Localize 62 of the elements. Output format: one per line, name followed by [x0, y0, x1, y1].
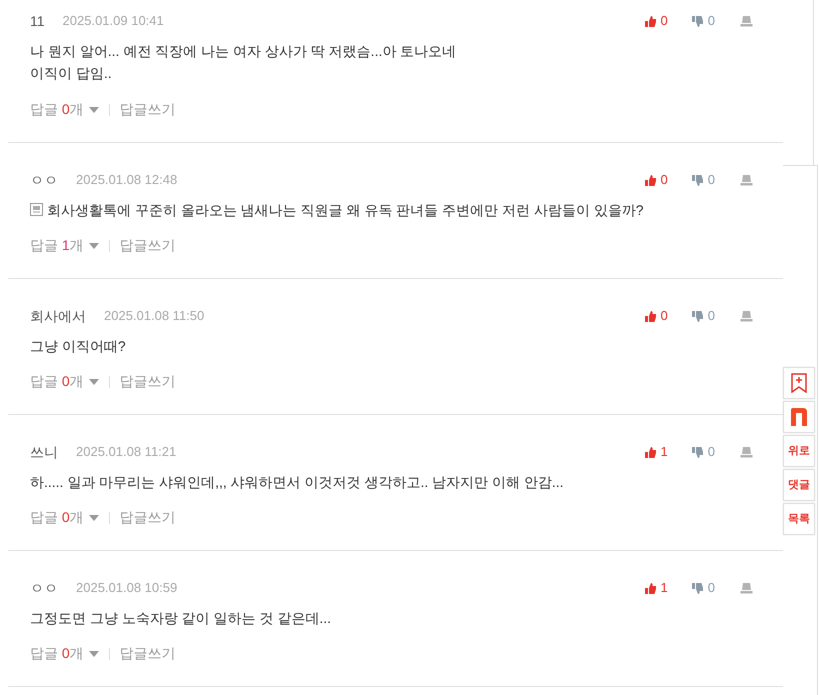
thumbs-up-icon — [644, 14, 657, 28]
replies-toggle[interactable]: 답글 0개 — [30, 371, 99, 392]
replies-toggle[interactable]: 답글 1개 — [30, 235, 99, 256]
thumbs-up-icon — [644, 310, 657, 322]
write-reply-link[interactable]: 답글쓰기 — [120, 643, 176, 664]
comment-text: 나 뭔지 알어... 예전 직장에 나는 여자 상사가 딱 저랬슴...아 토나오네 이직이 답임.. — [30, 42, 456, 83]
author-name: 11 — [30, 12, 45, 30]
siren-icon[interactable] — [740, 310, 753, 322]
caret-icon — [88, 650, 99, 656]
thumbs-down-icon — [690, 582, 704, 594]
caret-icon — [88, 242, 99, 248]
comment-time: 2025.01.08 11:50 — [104, 307, 204, 326]
write-reply-link[interactable]: 답글쓰기 — [120, 235, 176, 256]
write-reply-link[interactable]: 답글쓰기 — [120, 507, 176, 528]
bookmark-icon — [791, 373, 807, 393]
comment-time: 2025.01.08 10:59 — [76, 579, 178, 598]
siren-icon[interactable] — [740, 582, 753, 594]
thumbs-down-icon — [690, 174, 704, 186]
caret-icon — [88, 514, 99, 520]
comment-time: 2025.01.08 11:21 — [76, 443, 176, 462]
thumbs-up-icon — [644, 174, 657, 186]
comment-text: 하..... 일과 마무리는 샤워인데,,, 샤워하면서 이것저것 생각하고.. 남자지만 이해 안감... — [30, 473, 564, 492]
comment-text: 회사생활톡에 꾸준히 올라오는 냄새나는 직원글 왜 유독 판녀들 주변에만 저런 사람들이 있을까? — [47, 201, 644, 220]
side-nav-button[interactable]: 위로 — [783, 435, 815, 467]
like-button[interactable]: 0 — [644, 306, 668, 326]
dislike-button[interactable]: 0 — [690, 578, 715, 598]
replies-toggle[interactable]: 답글 0개 — [30, 643, 99, 664]
thumbs-up-icon — [644, 582, 657, 594]
side-nav-button[interactable]: 목록 — [783, 503, 815, 535]
bookmark-button[interactable] — [783, 367, 815, 399]
thumbs-down-icon — [690, 446, 704, 458]
caret-icon — [88, 106, 99, 112]
siren-icon[interactable] — [740, 174, 753, 186]
comment-text: 그정도면 그냥 노숙자랑 같이 일하는 것 같은데... — [30, 609, 332, 628]
like-button[interactable]: 0 — [644, 170, 668, 190]
thumbs-down-icon — [690, 14, 704, 28]
like-button[interactable]: 0 — [644, 11, 668, 31]
siren-icon[interactable] — [740, 446, 753, 458]
like-button[interactable]: 1 — [644, 578, 668, 598]
author-name: ㅇㅇ — [30, 170, 58, 190]
thumbs-up-icon — [644, 446, 657, 458]
like-button[interactable]: 1 — [644, 442, 668, 462]
logo-icon — [791, 408, 807, 426]
write-reply-link[interactable]: 답글쓰기 — [120, 371, 176, 392]
author-name: 쓰니 — [30, 442, 58, 462]
author-name: ㅇㅇ — [30, 578, 58, 598]
replies-toggle[interactable]: 답글 0개 — [30, 99, 99, 120]
author-name: 회사에서 — [30, 306, 86, 326]
side-nav-button[interactable]: 댓글 — [783, 469, 815, 501]
replies-toggle[interactable]: 답글 0개 — [30, 507, 99, 528]
logo-button[interactable] — [783, 401, 815, 433]
caret-icon — [88, 378, 99, 384]
dislike-button[interactable]: 0 — [690, 306, 715, 326]
comment-text: 그냥 이직어때? — [30, 337, 126, 356]
dislike-button[interactable]: 0 — [690, 170, 715, 190]
dislike-button[interactable]: 0 — [690, 11, 715, 31]
siren-icon[interactable] — [740, 15, 753, 27]
dislike-button[interactable]: 0 — [690, 442, 715, 462]
write-reply-link[interactable]: 답글쓰기 — [120, 99, 176, 120]
thumbs-down-icon — [690, 310, 704, 322]
comment-time: 2025.01.09 10:41 — [62, 12, 164, 30]
comment-time: 2025.01.08 12:48 — [76, 171, 178, 190]
